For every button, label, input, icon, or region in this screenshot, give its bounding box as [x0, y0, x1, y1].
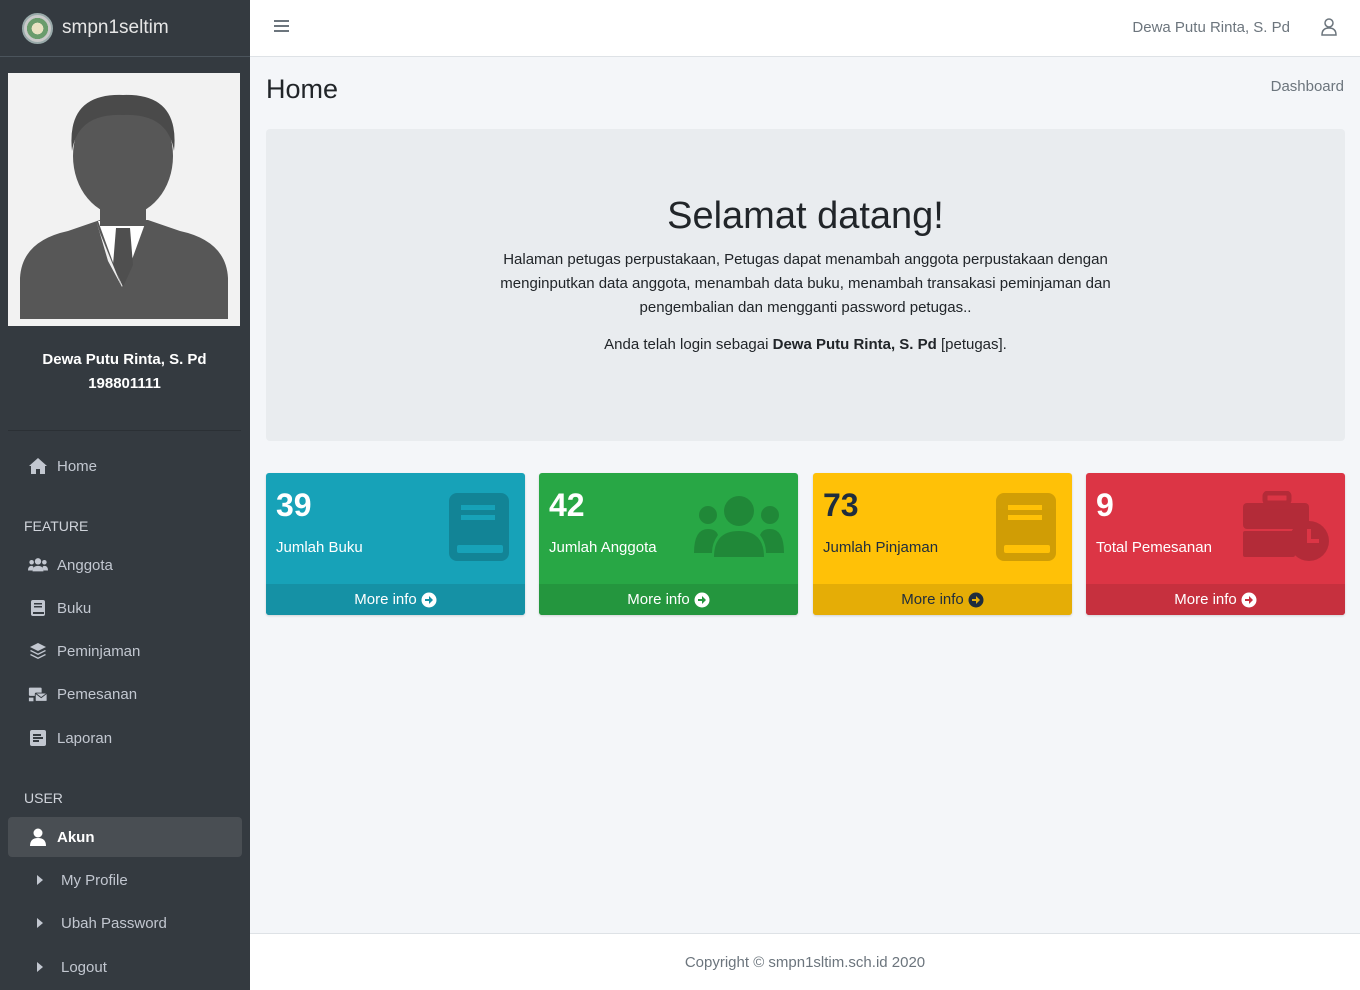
avatar — [8, 73, 240, 326]
stat-label: Jumlah Buku — [276, 539, 363, 556]
stat-value: 9 — [1096, 487, 1114, 523]
more-info-link[interactable]: More info — [266, 584, 525, 615]
copyright-text: Copyright © smpn1sltim.sch.id 2020 — [684, 954, 926, 971]
sidebar-item-peminjaman[interactable]: Peminjaman — [8, 631, 242, 671]
footer: Copyright © smpn1sltim.sch.id 2020 — [250, 933, 1360, 990]
home-icon — [28, 456, 48, 476]
login-role: [petugas]. — [940, 336, 1007, 353]
user-panel: Dewa Putu Rinta, S. Pd 198801111 — [8, 73, 241, 431]
sidebar-item-my-profile[interactable]: My Profile — [8, 860, 242, 900]
book-icon — [996, 493, 1056, 561]
sidebar-item-label: Laporan — [57, 729, 113, 747]
sidebar-item-buku[interactable]: Buku — [8, 588, 242, 628]
stat-label: Jumlah Pinjaman — [823, 539, 939, 556]
sidebar-item-label: My Profile — [61, 871, 128, 889]
book-icon — [28, 598, 48, 618]
navbar-user-name[interactable]: Dewa Putu Rinta, S. Pd — [1132, 19, 1290, 36]
sidebar-item-label: Logout — [61, 958, 107, 976]
sidebar-item-anggota[interactable]: Anggota — [8, 545, 242, 585]
sidebar-header-user: USER — [24, 790, 63, 806]
sidebar-item-home[interactable]: Home — [8, 446, 242, 486]
sidebar-item-label: Buku — [57, 599, 92, 617]
user-name: Dewa Putu Rinta, S. Pd — [42, 351, 207, 368]
sidebar-item-label: Peminjaman — [57, 642, 141, 660]
sidebar-item-label: Home — [57, 457, 98, 475]
arrow-circle-right-icon — [421, 592, 437, 607]
stat-box-jumlah-pinjaman: 73 Jumlah Pinjaman More info — [813, 473, 1072, 615]
stat-label: Total Pemesanan — [1096, 539, 1212, 556]
more-info-label: More info — [354, 591, 417, 608]
sidebar-item-label: Anggota — [57, 556, 113, 574]
page-title: Home — [266, 74, 339, 104]
welcome-description: Halaman petugas perpustakaan, Petugas da… — [500, 251, 1111, 316]
login-prefix: Anda telah login sebagai — [604, 336, 769, 353]
top-navbar: Dewa Putu Rinta, S. Pd — [250, 0, 1360, 57]
sidebar-item-label: Ubah Password — [61, 914, 167, 932]
brand-link[interactable]: smpn1seltim — [0, 0, 250, 57]
caret-right-icon — [32, 957, 48, 977]
sidebar-item-logout[interactable]: Logout — [8, 947, 242, 987]
school-logo-icon — [22, 12, 53, 44]
breadcrumb[interactable]: Dashboard — [1271, 78, 1344, 95]
user-silhouette-icon — [20, 94, 228, 319]
stat-box-jumlah-anggota: 42 Jumlah Anggota More info — [539, 473, 798, 615]
report-icon — [28, 728, 48, 748]
more-info-label: More info — [1174, 591, 1237, 608]
welcome-heading: Selamat datang! — [667, 195, 944, 237]
stat-value: 39 — [276, 487, 312, 523]
sidebar-item-label: Pemesanan — [57, 685, 138, 703]
welcome-jumbotron: Selamat datang! Halaman petugas perpusta… — [266, 129, 1345, 441]
users-icon — [694, 496, 784, 557]
book-icon — [449, 493, 509, 561]
login-name: Dewa Putu Rinta, S. Pd — [772, 336, 937, 353]
arrow-circle-right-icon — [694, 592, 710, 607]
arrow-circle-right-icon — [1241, 592, 1257, 607]
stat-value: 73 — [823, 487, 859, 523]
sidebar: smpn1seltim Dewa Putu Rinta, S. Pd 19880… — [0, 0, 250, 990]
sidebar-item-pemesanan[interactable]: Pemesanan — [8, 674, 242, 714]
layers-icon — [28, 641, 48, 661]
stat-value: 42 — [549, 487, 585, 523]
sidebar-header-feature: FEATURE — [24, 518, 89, 534]
user-icon[interactable] — [1321, 18, 1337, 36]
caret-right-icon — [32, 870, 48, 890]
more-info-link[interactable]: More info — [539, 584, 798, 615]
sidebar-item-ubah-password[interactable]: Ubah Password — [8, 903, 242, 943]
sidebar-item-label: Akun — [57, 828, 95, 846]
business-time-icon — [1243, 491, 1329, 561]
more-info-link[interactable]: More info — [813, 584, 1072, 615]
stat-box-jumlah-buku: 39 Jumlah Buku More info — [266, 473, 525, 615]
stat-label: Jumlah Anggota — [549, 539, 657, 556]
more-info-link[interactable]: More info — [1086, 584, 1345, 615]
bars-icon[interactable] — [274, 20, 289, 34]
more-info-label: More info — [627, 591, 690, 608]
sidebar-item-laporan[interactable]: Laporan — [8, 718, 242, 758]
user-id: 198801111 — [88, 375, 161, 392]
user-icon — [28, 827, 48, 847]
stat-box-total-pemesanan: 9 Total Pemesanan More info — [1086, 473, 1345, 615]
mail-bulk-icon — [28, 684, 48, 704]
brand-name: smpn1seltim — [62, 17, 169, 38]
arrow-circle-right-icon — [968, 592, 984, 607]
sidebar-item-akun[interactable]: Akun — [8, 817, 242, 857]
login-info: Anda telah login sebagai Dewa Putu Rinta… — [266, 336, 1345, 353]
caret-right-icon — [32, 913, 48, 933]
users-icon — [28, 555, 48, 575]
more-info-label: More info — [901, 591, 964, 608]
